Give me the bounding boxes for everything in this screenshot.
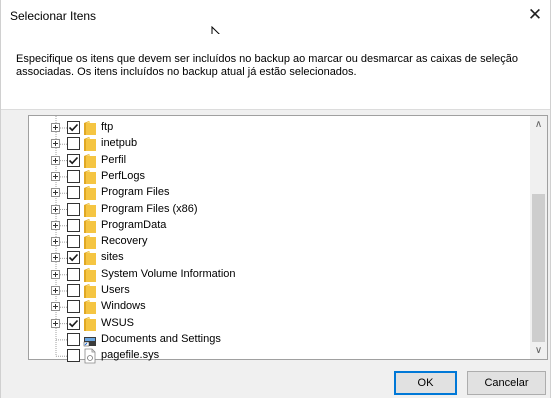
item-checkbox[interactable] [67,186,80,200]
tree-item[interactable]: Recovery [29,234,519,250]
item-checkbox[interactable] [67,300,80,314]
expand-plus-icon[interactable] [51,269,60,279]
folder-icon [83,169,97,185]
cancel-button[interactable]: Cancelar [467,371,546,395]
expand-plus-icon[interactable] [51,123,60,132]
folder-icon [83,283,97,299]
ok-button-label: OK [417,377,434,389]
tree-item[interactable]: Program Files (x86) [29,202,519,218]
tree-item[interactable]: inetpub [29,136,519,152]
expand-plus-icon[interactable] [51,155,60,165]
folder-icon [83,202,97,218]
item-checkbox[interactable] [67,284,80,297]
tree-item[interactable]: ProgramData [29,218,519,234]
tree-item-label: ftp [101,121,114,133]
item-checkbox[interactable] [67,169,80,183]
tree-item-label: PerfLogs [101,169,146,182]
checkmark-icon [68,319,79,327]
item-checkbox[interactable] [67,137,80,151]
item-checkbox[interactable] [67,153,80,167]
tree-item[interactable]: PerfLogs [29,169,519,185]
folder-icon [83,185,97,201]
item-checkbox[interactable] [67,332,80,346]
expand-plus-icon[interactable] [51,237,60,247]
tree-item[interactable]: Program Files [29,185,519,201]
scroll-up-button[interactable]: ∧ [530,116,547,133]
expand-plus-icon[interactable] [51,188,60,198]
tree-item-label: WSUS [101,316,134,329]
item-checkbox[interactable] [67,121,80,134]
folder-icon [83,153,97,169]
tree-item[interactable]: ftp [29,120,519,136]
tree-item[interactable]: Perfil [29,153,519,169]
item-checkbox[interactable] [67,218,80,232]
tree-item-label: pagefile.sys [101,349,160,362]
select-items-dialog: Selecionar Itens ✕ Especifique os itens … [0,0,551,398]
expand-plus-icon[interactable] [51,302,60,312]
tree-item[interactable]: Windows [29,299,519,315]
folder-icon [83,299,97,315]
cancel-button-label: Cancelar [484,377,529,389]
scroll-down-button[interactable]: ∨ [530,342,547,359]
tree-item-label: Users [101,284,130,296]
tree-item[interactable]: pagefile.sys [29,348,519,364]
tree-item[interactable]: WSUS [29,316,519,332]
shortcut-icon [83,332,97,348]
title-bar: Selecionar Itens ✕ [1,0,550,34]
expand-plus-icon[interactable] [51,171,60,181]
tree-item-label: sites [101,251,124,264]
tree-item-label: Recovery [101,235,148,248]
folder-icon [83,234,97,250]
tree-item-label: Program Files (x86) [101,202,198,215]
item-checkbox[interactable] [67,235,80,249]
tree-item[interactable]: System Volume Information [29,267,519,283]
folder-icon [83,120,97,136]
tree-item[interactable]: sites [29,250,519,266]
vertical-scrollbar[interactable]: ∧ ∨ [530,116,547,359]
item-checkbox[interactable] [67,251,80,265]
folder-icon [83,316,97,332]
folder-icon [83,250,97,266]
tree-item[interactable]: Documents and Settings [29,332,519,348]
tree-item-label: ProgramData [101,218,167,231]
item-checkbox[interactable] [67,316,80,330]
ok-button[interactable]: OK [394,371,457,395]
item-checkbox[interactable] [67,202,80,216]
description-panel: Especifique os itens que devem ser inclu… [1,34,550,110]
file-icon [83,348,97,364]
tree-item-label: System Volume Information [101,267,236,280]
folder-icon [83,218,97,234]
tree-item-label: Windows [101,300,146,313]
expand-plus-icon[interactable] [51,286,60,295]
tree-item-label: inetpub [101,137,138,150]
folder-icon [83,267,97,283]
tree-item-label: Documents and Settings [101,332,221,345]
expand-plus-icon[interactable] [51,220,60,230]
folder-tree[interactable]: ftp inetpub Perfil PerfLogs Program Files Pro… [28,115,548,364]
scroll-thumb[interactable] [532,194,545,342]
expand-plus-icon[interactable] [51,204,60,214]
close-button[interactable]: ✕ [520,0,550,30]
checkmark-icon [68,123,79,132]
dialog-title: Selecionar Itens [10,9,97,23]
expand-plus-icon[interactable] [51,139,60,149]
checkmark-icon [68,156,79,164]
expand-plus-icon[interactable] [51,318,60,328]
tree-item[interactable]: Users [29,283,519,299]
folder-icon [83,136,97,152]
expand-plus-icon[interactable] [51,253,60,263]
tree-item-label: Perfil [101,153,127,166]
item-checkbox[interactable] [67,349,80,363]
tree-item-label: Program Files [101,186,170,199]
checkmark-icon [68,254,79,262]
item-checkbox[interactable] [67,267,80,281]
instructions-text: Especifique os itens que devem ser inclu… [16,53,518,78]
